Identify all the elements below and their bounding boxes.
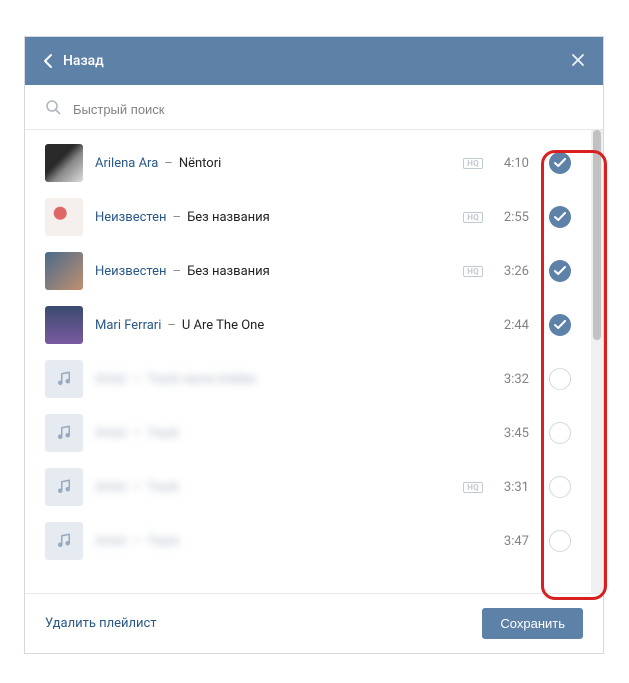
album-art <box>45 144 83 182</box>
music-note-icon <box>45 414 83 452</box>
track-info: Mari Ferrari – U Are The One <box>95 318 483 333</box>
track-duration: 2:55 <box>495 210 529 225</box>
scrollbar[interactable] <box>591 130 603 593</box>
separator: – <box>164 156 173 171</box>
back-label: Назад <box>63 53 104 69</box>
track-row[interactable]: Неизвестен – Без названия HQ 3:26 <box>25 244 591 298</box>
separator: – <box>133 534 142 549</box>
track-duration: 3:26 <box>495 264 529 279</box>
track-row[interactable]: Arilena Ara – Nëntori HQ 4:10 <box>25 136 591 190</box>
back-button[interactable]: Назад <box>43 53 104 69</box>
save-button[interactable]: Сохранить <box>482 608 583 639</box>
playlist-modal: Назад Arilena Ara – Nëntori HQ 4:10 Неизвес… <box>24 36 604 654</box>
track-duration: 3:47 <box>495 534 529 549</box>
track-title: Без названия <box>187 210 270 225</box>
close-icon <box>571 53 585 67</box>
separator: – <box>133 480 142 495</box>
track-info: Arilena Ara – Nëntori <box>95 156 451 171</box>
separator: – <box>173 264 182 279</box>
hq-badge: HQ <box>463 482 483 493</box>
separator: – <box>133 426 142 441</box>
track-artist[interactable]: Неизвестен <box>95 210 167 225</box>
track-row[interactable]: Artist – Track 3:45 <box>25 406 591 460</box>
modal-footer: Удалить плейлист Сохранить <box>25 593 603 653</box>
track-duration: 2:44 <box>495 318 529 333</box>
track-list-wrap: Arilena Ara – Nëntori HQ 4:10 Неизвестен – … <box>25 130 603 593</box>
search-row <box>25 85 603 129</box>
track-artist[interactable]: Неизвестен <box>95 264 167 279</box>
track-title: Track <box>147 480 179 495</box>
track-checkbox[interactable] <box>549 476 571 498</box>
track-row[interactable]: Artist – Track name hidden 3:32 <box>25 352 591 406</box>
track-duration: 3:45 <box>495 426 529 441</box>
scrollbar-thumb[interactable] <box>593 130 601 340</box>
track-info: Неизвестен – Без названия <box>95 210 451 225</box>
track-artist[interactable]: Artist <box>95 534 127 549</box>
track-checkbox[interactable] <box>549 152 571 174</box>
track-artist[interactable]: Artist <box>95 372 127 387</box>
track-info: Неизвестен – Без названия <box>95 264 451 279</box>
track-row[interactable]: Неизвестен – Без названия HQ 2:55 <box>25 190 591 244</box>
track-row[interactable]: Mari Ferrari – U Are The One 2:44 <box>25 298 591 352</box>
track-title: Nëntori <box>179 156 221 171</box>
track-title: U Are The One <box>182 318 264 333</box>
chevron-left-icon <box>43 53 53 69</box>
album-art <box>45 306 83 344</box>
album-art <box>45 198 83 236</box>
separator: – <box>133 372 142 387</box>
hq-badge: HQ <box>463 266 483 277</box>
track-checkbox[interactable] <box>549 530 571 552</box>
close-button[interactable] <box>571 52 585 71</box>
delete-playlist-link[interactable]: Удалить плейлист <box>45 616 157 631</box>
music-note-icon <box>45 522 83 560</box>
track-title: Без названия <box>187 264 270 279</box>
track-duration: 3:31 <box>495 480 529 495</box>
track-title: Track <box>147 534 179 549</box>
track-checkbox[interactable] <box>549 368 571 390</box>
hq-badge: HQ <box>463 158 483 169</box>
search-icon <box>45 99 61 119</box>
track-duration: 3:32 <box>495 372 529 387</box>
track-info: Artist – Track <box>95 534 483 549</box>
track-artist[interactable]: Arilena Ara <box>95 156 158 171</box>
track-artist[interactable]: Artist <box>95 480 127 495</box>
track-info: Artist – Track <box>95 426 483 441</box>
track-artist[interactable]: Artist <box>95 426 127 441</box>
track-title: Track <box>147 426 179 441</box>
track-title: Track name hidden <box>147 372 257 387</box>
music-note-icon <box>45 360 83 398</box>
track-checkbox[interactable] <box>549 314 571 336</box>
track-artist[interactable]: Mari Ferrari <box>95 318 161 333</box>
separator: – <box>173 210 182 225</box>
track-checkbox[interactable] <box>549 422 571 444</box>
track-row[interactable]: Artist – Track HQ 3:31 <box>25 460 591 514</box>
track-duration: 4:10 <box>495 156 529 171</box>
track-row[interactable]: Artist – Track 3:47 <box>25 514 591 568</box>
track-checkbox[interactable] <box>549 260 571 282</box>
separator: – <box>167 318 176 333</box>
album-art <box>45 252 83 290</box>
modal-header: Назад <box>25 37 603 85</box>
track-checkbox[interactable] <box>549 206 571 228</box>
track-info: Artist – Track <box>95 480 451 495</box>
music-note-icon <box>45 468 83 506</box>
track-list[interactable]: Arilena Ara – Nëntori HQ 4:10 Неизвестен – … <box>25 130 591 593</box>
search-input[interactable] <box>73 102 583 117</box>
hq-badge: HQ <box>463 212 483 223</box>
track-info: Artist – Track name hidden <box>95 372 483 387</box>
